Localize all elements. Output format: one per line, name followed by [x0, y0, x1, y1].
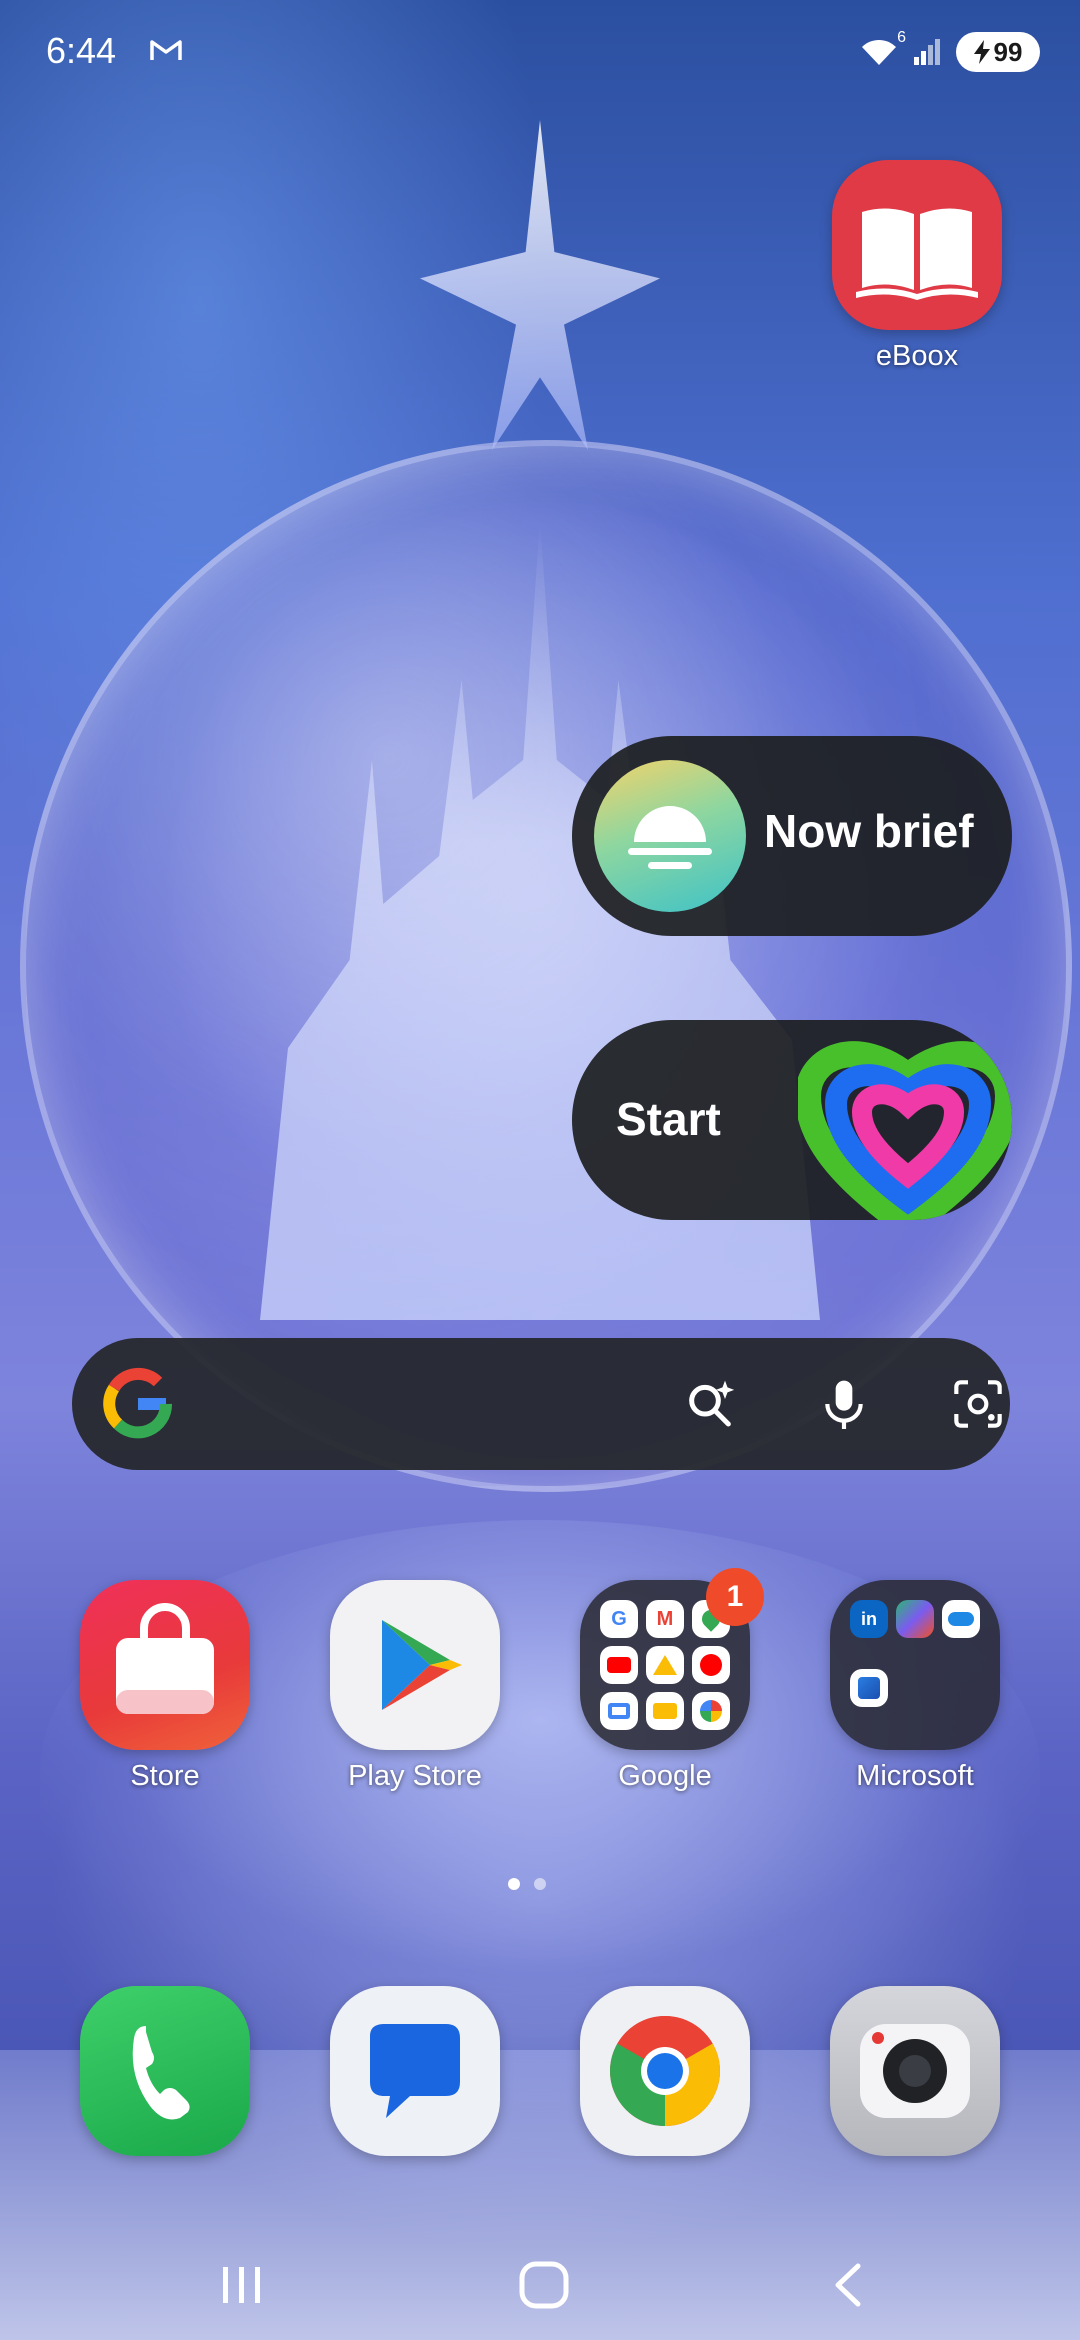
- page-dot: [508, 1878, 520, 1890]
- page-dot: [534, 1878, 546, 1890]
- gmail-icon: M: [646, 1600, 684, 1638]
- ai-search-icon[interactable]: [674, 1368, 746, 1440]
- chrome-icon: [580, 1986, 750, 2156]
- start-label: Start: [616, 1093, 721, 1145]
- phone-icon: [80, 1986, 250, 2156]
- now-brief-orb-icon: [594, 760, 746, 912]
- youtube-music-icon: [692, 1646, 730, 1684]
- google-g-icon: [103, 1367, 173, 1439]
- onedrive-icon: [942, 1600, 980, 1638]
- gmail-icon: [150, 40, 182, 60]
- start-widget[interactable]: Start: [572, 1020, 1012, 1220]
- app-store[interactable]: Store: [80, 1580, 250, 1793]
- open-book-icon: [832, 160, 1002, 330]
- youtube-icon: [600, 1646, 638, 1684]
- app-phone[interactable]: [80, 1986, 250, 2156]
- app-label: Play Store: [348, 1760, 482, 1792]
- app-label: Microsoft: [856, 1760, 974, 1792]
- outlook-stack-icon: [850, 1669, 888, 1707]
- meet-icon: [646, 1692, 684, 1730]
- google-search-widget[interactable]: [72, 1338, 1010, 1470]
- app-chrome[interactable]: [580, 1986, 750, 2156]
- back-icon[interactable]: [808, 2250, 888, 2320]
- status-time: 6:44: [46, 30, 117, 71]
- folder-google[interactable]: G M 1 Google: [580, 1568, 764, 1793]
- google-one-icon: [692, 1692, 730, 1730]
- google-g-icon: G: [600, 1600, 638, 1638]
- folder-preview-grid: in: [850, 1600, 980, 1730]
- signal-icon: [914, 39, 940, 65]
- notification-badge: 1: [706, 1568, 764, 1626]
- wifi-icon: 6: [860, 29, 906, 69]
- app-label: Store: [130, 1760, 200, 1792]
- photos-icon: [600, 1692, 638, 1730]
- app-camera[interactable]: [830, 1986, 1000, 2156]
- battery-level: 99: [993, 36, 1023, 67]
- wifi-standard-label: 6: [897, 29, 906, 46]
- page-indicator: [508, 1878, 546, 1890]
- app-label: Google: [618, 1760, 712, 1792]
- app-messages[interactable]: [330, 1986, 500, 2156]
- lens-camera-icon[interactable]: [942, 1368, 1014, 1440]
- status-bar: 6:44 6 99: [0, 0, 1080, 100]
- folder-icon: in: [830, 1580, 1000, 1750]
- camera-icon: [830, 1986, 1000, 2156]
- battery-indicator: 99: [956, 32, 1040, 72]
- charging-bolt-icon: [973, 40, 990, 64]
- home-icon[interactable]: [504, 2250, 584, 2320]
- shopping-bag-icon: [80, 1580, 250, 1750]
- folder-microsoft[interactable]: in Microsoft: [830, 1580, 1000, 1793]
- microphone-icon[interactable]: [808, 1368, 880, 1440]
- office-icon: [896, 1600, 934, 1638]
- app-eboox[interactable]: eBoox: [832, 160, 1002, 373]
- recents-icon[interactable]: [202, 2250, 282, 2320]
- status-indicators: 6 99: [860, 29, 1040, 74]
- now-brief-label: Now brief: [764, 805, 974, 857]
- now-brief-widget[interactable]: Now brief: [572, 736, 1012, 936]
- linkedin-icon: in: [850, 1600, 888, 1638]
- crystal-star-art: [420, 120, 660, 450]
- navigation-bar: [0, 2230, 1080, 2340]
- messages-icon: [330, 1986, 500, 2156]
- health-heart-icon: [798, 1041, 1012, 1220]
- app-play-store[interactable]: Play Store: [330, 1580, 500, 1793]
- play-store-icon: [330, 1580, 500, 1750]
- app-label: eBoox: [875, 340, 959, 372]
- drive-icon: [646, 1646, 684, 1684]
- folder-preview-grid: G M: [600, 1600, 730, 1730]
